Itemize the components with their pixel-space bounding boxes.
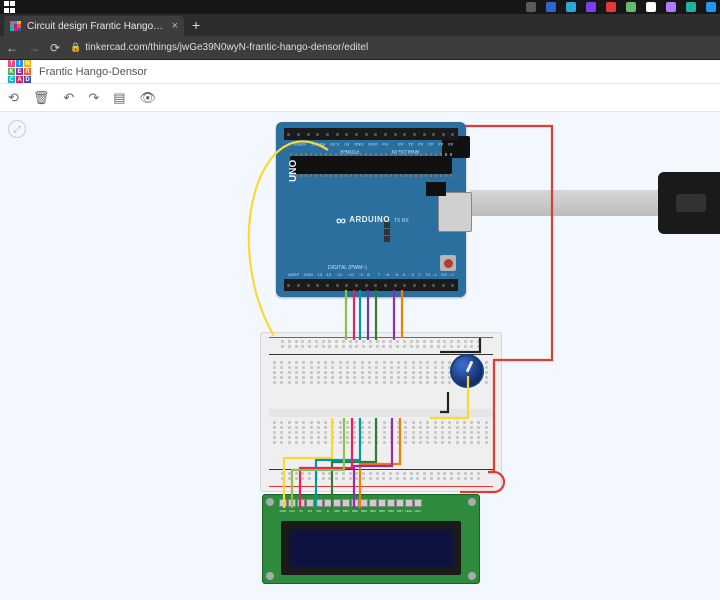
atmega-chip bbox=[290, 156, 452, 174]
lcd-screw-icon bbox=[468, 498, 476, 506]
tray-icon[interactable] bbox=[626, 2, 636, 12]
lcd-16x2[interactable]: GNDVCCV0RSRWEDB0DB1DB2DB3DB4DB5DB6DB7LED… bbox=[262, 494, 480, 584]
arduino-brand-label: ∞ ARDUINO bbox=[336, 212, 390, 228]
breadboard-rail-top[interactable] bbox=[269, 337, 493, 355]
tx-rx-label: TX RX bbox=[394, 218, 409, 225]
undo-button[interactable]: ↶ bbox=[63, 90, 74, 106]
tray-icon[interactable] bbox=[666, 2, 676, 12]
breadboard-terminal-bot[interactable] bbox=[273, 421, 489, 444]
lcd-pin-header[interactable] bbox=[279, 499, 422, 507]
uno-label: UNO bbox=[288, 160, 299, 182]
system-tray bbox=[526, 2, 716, 12]
tray-icon[interactable] bbox=[566, 2, 576, 12]
breadboard-gutter bbox=[269, 409, 493, 417]
tinkercad-favicon bbox=[10, 21, 21, 32]
breadboard-rail-bot[interactable] bbox=[269, 469, 493, 487]
os-taskbar bbox=[0, 0, 720, 14]
editor-toolbar: ⟲ 🗑 ↶ ↷ ▤ 👁 bbox=[0, 84, 720, 112]
arduino-header-digital[interactable] bbox=[284, 279, 458, 291]
lcd-pin-labels: GNDVCCV0RSRWEDB0DB1DB2DB3DB4DB5DB6DB7LED… bbox=[279, 509, 422, 513]
redo-button[interactable]: ↷ bbox=[88, 90, 99, 106]
notes-button[interactable]: ▤ bbox=[113, 90, 125, 106]
windows-start-icon[interactable] bbox=[4, 1, 18, 13]
reload-button[interactable]: ⟳ bbox=[50, 41, 60, 55]
tinkercad-logo[interactable]: TINKERCAD bbox=[8, 60, 31, 83]
lock-icon: 🔒 bbox=[70, 42, 81, 53]
visibility-button[interactable]: 👁 bbox=[140, 90, 157, 106]
usb-plug bbox=[658, 172, 720, 234]
delete-button[interactable]: 🗑 bbox=[33, 90, 50, 106]
tab-close-icon[interactable]: × bbox=[172, 20, 178, 32]
browser-tabstrip: Circuit design Frantic Hango-De… × + bbox=[0, 14, 720, 36]
new-tab-button[interactable]: + bbox=[184, 17, 208, 33]
browser-tab-active[interactable]: Circuit design Frantic Hango-De… × bbox=[4, 16, 184, 36]
zoom-to-fit-button[interactable]: ⤢ bbox=[8, 120, 26, 138]
tray-icon[interactable] bbox=[546, 2, 556, 12]
back-button[interactable]: ← bbox=[6, 41, 18, 55]
project-name[interactable]: Frantic Hango-Densor bbox=[39, 66, 147, 78]
browser-address-bar: ← → ⟳ 🔒 tinkercad.com/things/jwGe39N0wyN… bbox=[0, 36, 720, 60]
lcd-screen bbox=[281, 521, 461, 575]
lcd-screw-icon bbox=[266, 498, 274, 506]
tray-icon[interactable] bbox=[606, 2, 616, 12]
tray-icon[interactable] bbox=[686, 2, 696, 12]
circuit-canvas[interactable]: ⤢ IOREFRESET3.3V5VGNDGNDVinA0A1A2A3A4A5 … bbox=[0, 112, 720, 600]
forward-button[interactable]: → bbox=[28, 41, 40, 55]
arduino-header-power-analog[interactable] bbox=[284, 128, 458, 140]
digital-group-label: DIGITAL (PWM~) bbox=[328, 265, 367, 271]
tray-icon[interactable] bbox=[646, 2, 656, 12]
tinkercad-header: TINKERCAD Frantic Hango-Densor bbox=[0, 60, 720, 84]
arduino-uno-board[interactable]: IOREFRESET3.3V5VGNDGNDVinA0A1A2A3A4A5 PO… bbox=[276, 122, 466, 297]
tab-title: Circuit design Frantic Hango-De… bbox=[27, 21, 166, 32]
lcd-screw-icon bbox=[468, 572, 476, 580]
url-text: tinkercad.com/things/jwGe39N0wyN-frantic… bbox=[85, 42, 368, 53]
rotate-button[interactable]: ⟲ bbox=[8, 90, 19, 106]
url-field[interactable]: 🔒 tinkercad.com/things/jwGe39N0wyN-frant… bbox=[70, 42, 714, 53]
usb-controller-chip bbox=[426, 182, 446, 196]
potentiometer[interactable] bbox=[450, 354, 484, 388]
arduino-pinlabels-top: IOREFRESET3.3V5VGNDGNDVinA0A1A2A3A4A5 bbox=[286, 142, 456, 147]
reset-button[interactable] bbox=[440, 255, 456, 271]
tray-icon[interactable] bbox=[586, 2, 596, 12]
tray-icon[interactable] bbox=[526, 2, 536, 12]
usb-port bbox=[438, 192, 472, 232]
lcd-screw-icon bbox=[266, 572, 274, 580]
arduino-pinlabels-bot: AREFGND1312~11~10~987~6~54~32TX→1RX←0 bbox=[286, 272, 456, 277]
tray-icon[interactable] bbox=[706, 2, 716, 12]
